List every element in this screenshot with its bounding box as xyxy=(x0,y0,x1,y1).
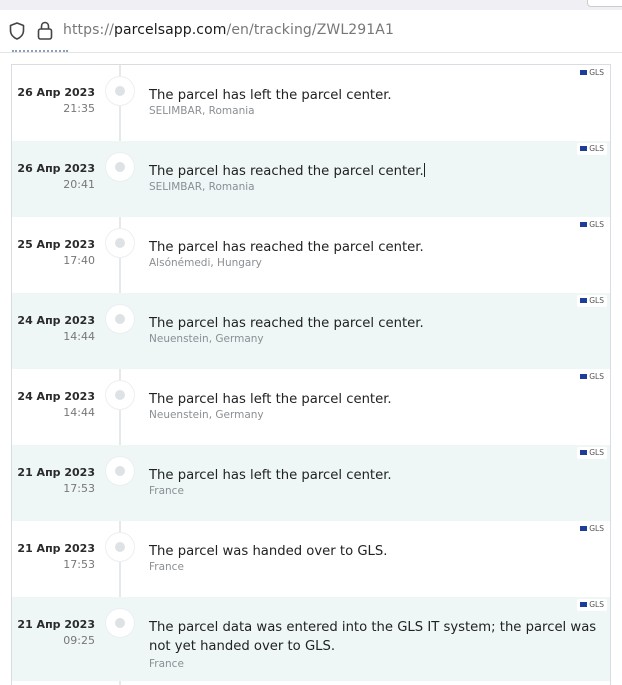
shield-icon[interactable] xyxy=(9,22,25,40)
carrier-flag-icon xyxy=(580,450,588,455)
event-date: 21 Апр 2023 xyxy=(17,466,95,479)
lock-icon[interactable] xyxy=(37,21,53,40)
event-time: 21:35 xyxy=(63,102,95,115)
event-date: 24 Апр 2023 xyxy=(17,314,95,327)
event-location: France xyxy=(149,658,184,670)
timeline-dot-icon xyxy=(106,77,134,105)
timeline-dot-icon xyxy=(106,229,134,257)
event-location: SELIMBAR, Romania xyxy=(149,181,255,193)
event-message: The parcel has reached the parcel center… xyxy=(149,316,424,331)
url-path: /en/tracking/ZWL291A1 xyxy=(226,22,394,38)
event-message: The parcel has reached the parcel center… xyxy=(149,164,424,179)
event-message: The parcel data was entered into the GLS… xyxy=(149,620,597,654)
event-time: 14:44 xyxy=(63,406,95,419)
event-message: The parcel has left the parcel center. xyxy=(149,468,392,483)
event-time: 09:25 xyxy=(63,634,95,647)
carrier-badge: GLS xyxy=(577,447,607,459)
carrier-flag-icon xyxy=(580,70,588,75)
timeline-dot-icon xyxy=(106,457,134,485)
tracking-event-row: 26 Апр 2023 21:35 The parcel has left th… xyxy=(12,65,610,141)
address-bar[interactable]: https://parcelsapp.com/en/tracking/ZWL29… xyxy=(0,10,622,53)
event-message-container: The parcel has reached the parcel center… xyxy=(149,162,599,181)
tracking-event-row: 21 Апр 2023 17:53 The parcel was handed … xyxy=(12,521,610,597)
text-cursor xyxy=(423,163,425,177)
carrier-name: GLS xyxy=(589,68,604,77)
event-location: Neuenstein, Germany xyxy=(149,409,264,421)
event-date: 26 Апр 2023 xyxy=(17,162,95,175)
carrier-flag-icon xyxy=(580,298,588,303)
tracking-event-row: 21 Апр 2023 09:25 The parcel data was en… xyxy=(12,597,610,681)
carrier-name: GLS xyxy=(589,296,604,305)
event-date: 26 Апр 2023 xyxy=(17,86,95,99)
tracking-event-row: 26 Апр 2023 20:41 The parcel has reached… xyxy=(12,141,610,217)
carrier-name: GLS xyxy=(589,448,604,457)
carrier-name: GLS xyxy=(589,144,604,153)
url-domain: parcelsapp.com xyxy=(113,22,227,38)
event-message: The parcel was handed over to GLS. xyxy=(149,544,388,559)
timeline-dot-icon xyxy=(106,381,134,409)
event-message: The parcel has left the parcel center. xyxy=(149,88,392,103)
timeline-dot-icon xyxy=(106,305,134,333)
event-location: Alsónémedi, Hungary xyxy=(149,257,262,269)
carrier-badge: GLS xyxy=(577,371,607,383)
carrier-badge: GLS xyxy=(577,219,607,231)
event-location: France xyxy=(149,485,184,497)
timeline-dot-icon xyxy=(106,153,134,181)
carrier-flag-icon xyxy=(580,526,588,531)
tracking-event-row: 21 Апр 2023 17:53 The parcel has left th… xyxy=(12,445,610,521)
event-time: 17:53 xyxy=(63,482,95,495)
event-time: 14:44 xyxy=(63,330,95,343)
tracking-event-row: 25 Апр 2023 17:40 The parcel has reached… xyxy=(12,217,610,293)
carrier-badge: GLS xyxy=(577,295,607,307)
carrier-name: GLS xyxy=(589,372,604,381)
timeline-dot-icon xyxy=(106,609,134,637)
carrier-flag-icon xyxy=(580,602,588,607)
carrier-name: GLS xyxy=(589,600,604,609)
event-time: 17:40 xyxy=(63,254,95,267)
carrier-flag-icon xyxy=(580,374,588,379)
event-location: SELIMBAR, Romania xyxy=(149,105,255,117)
event-location: France xyxy=(149,561,184,573)
carrier-badge: GLS xyxy=(577,143,607,155)
url-prefix: https:// xyxy=(63,22,114,38)
carrier-flag-icon xyxy=(580,222,588,227)
browser-top-strip xyxy=(0,0,622,10)
event-date: 24 Апр 2023 xyxy=(17,390,95,403)
tracking-event-row: 24 Апр 2023 14:44 The parcel has reached… xyxy=(12,293,610,369)
event-date: 25 Апр 2023 xyxy=(17,238,95,251)
carrier-badge: GLS xyxy=(577,523,607,535)
event-location: Neuenstein, Germany xyxy=(149,333,264,345)
event-time: 20:41 xyxy=(63,178,95,191)
event-date: 21 Апр 2023 xyxy=(17,618,95,631)
tracking-event-row: 24 Апр 2023 14:44 The parcel has left th… xyxy=(12,369,610,445)
carrier-badge: GLS xyxy=(577,599,607,611)
carrier-name: GLS xyxy=(589,524,604,533)
carrier-flag-icon xyxy=(580,146,588,151)
carrier-badge: GLS xyxy=(577,67,607,79)
event-message: The parcel has reached the parcel center… xyxy=(149,240,424,255)
event-message: The parcel has left the parcel center. xyxy=(149,392,392,407)
tab-underline xyxy=(12,50,68,52)
event-date: 21 Апр 2023 xyxy=(17,542,95,555)
tracking-events-panel: 26 Апр 2023 21:35 The parcel has left th… xyxy=(11,64,611,685)
event-time: 17:53 xyxy=(63,558,95,571)
timeline-dot-icon xyxy=(106,533,134,561)
carrier-name: GLS xyxy=(589,220,604,229)
browser-window-edge xyxy=(587,0,622,7)
url-text[interactable]: https://parcelsapp.com/en/tracking/ZWL29… xyxy=(63,22,394,38)
